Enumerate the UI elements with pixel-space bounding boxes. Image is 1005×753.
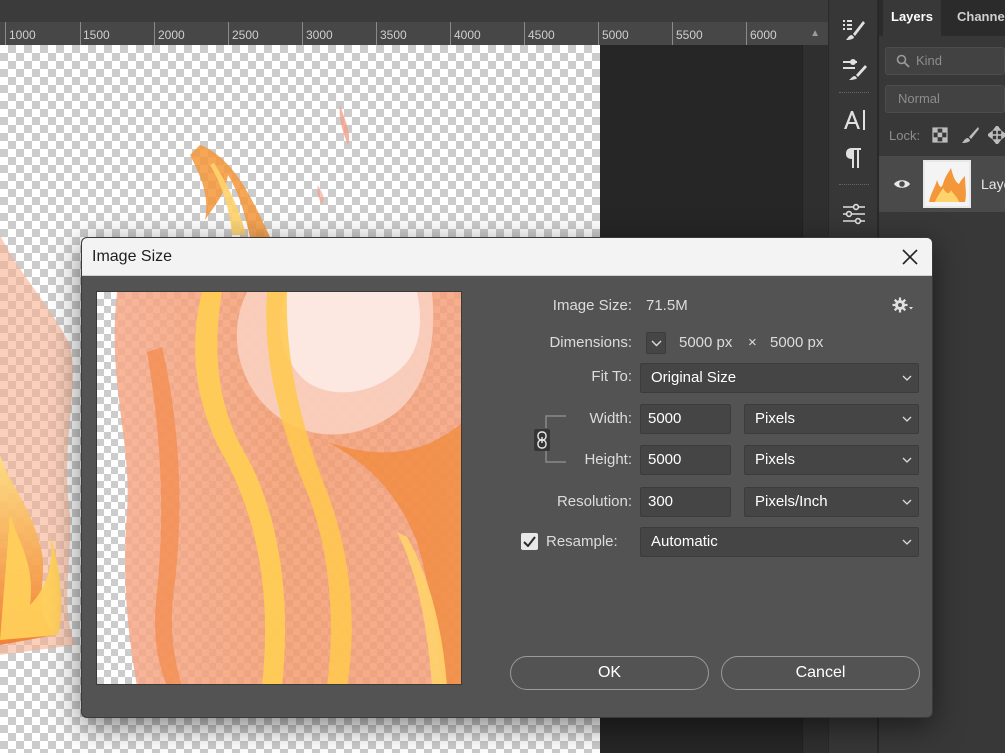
lock-label: Lock:	[889, 128, 921, 143]
ruler-tick	[450, 22, 451, 45]
height-input-value: 5000	[648, 451, 682, 468]
resample-method-dropdown[interactable]: Automatic	[640, 527, 919, 557]
filter-kind-label: Kind	[916, 53, 943, 68]
chevron-down-icon	[902, 539, 912, 545]
ruler-label: 4000	[454, 28, 481, 42]
close-button[interactable]	[896, 243, 924, 271]
ruler-tick	[302, 22, 303, 45]
collapse-arrow-icon[interactable]: ▲	[810, 28, 820, 39]
resolution-input[interactable]: 300	[640, 487, 731, 517]
ruler-label: 2000	[158, 28, 185, 42]
image-size-label: Image Size:	[552, 297, 632, 314]
ruler-label: 6000	[750, 28, 777, 42]
resolution-label: Resolution:	[556, 493, 632, 510]
visibility-eye-icon[interactable]	[893, 177, 911, 191]
fit-to-value: Original Size	[651, 369, 737, 386]
layer-row[interactable]: Layer 0	[879, 156, 1005, 212]
toolbar-divider	[839, 184, 869, 186]
width-unit-dropdown[interactable]: Pixels	[744, 404, 919, 434]
checkmark-icon	[523, 536, 536, 547]
ruler-tick	[598, 22, 599, 45]
ruler-strip	[0, 22, 828, 45]
preview-fire-image	[114, 292, 461, 684]
height-unit-dropdown[interactable]: Pixels	[744, 445, 919, 475]
ruler-tick	[80, 22, 81, 45]
height-unit-value: Pixels	[755, 451, 796, 468]
ruler-label: 1000	[9, 28, 36, 42]
character-panel-icon[interactable]	[837, 104, 871, 136]
height-input[interactable]: 5000	[640, 445, 731, 475]
chevron-down-icon	[902, 457, 912, 463]
ruler-label: 3500	[380, 28, 407, 42]
panel-tabs: Layers Channels	[879, 0, 1005, 36]
ruler-label: 5500	[676, 28, 703, 42]
fit-to-label: Fit To:	[591, 368, 632, 385]
chevron-down-icon	[651, 340, 662, 347]
cancel-button[interactable]: Cancel	[721, 656, 920, 690]
constrain-proportions-toggle[interactable]	[534, 429, 550, 451]
dialog-title: Image Size	[92, 248, 173, 265]
layer-thumbnail	[923, 160, 971, 208]
horizontal-ruler: 1000 1500 2000 2500 3000 3500 4000 4500 …	[0, 0, 828, 45]
width-input-value: 5000	[648, 410, 682, 427]
dimensions-height-value: 5000 px	[770, 334, 824, 351]
tab-layers[interactable]: Layers	[883, 0, 941, 36]
link-chain-icon	[537, 431, 547, 449]
resolution-unit-value: Pixels/Inch	[755, 493, 828, 510]
brush-presets-icon[interactable]	[837, 52, 871, 84]
chevron-down-icon	[902, 416, 912, 422]
lock-row: Lock:	[889, 128, 920, 143]
blend-mode-dropdown[interactable]: Normal	[885, 85, 1005, 113]
resample-checkbox[interactable]	[521, 533, 538, 550]
filter-kind-dropdown[interactable]: Kind	[885, 47, 1005, 75]
ruler-tick	[746, 22, 747, 45]
search-icon	[896, 54, 910, 68]
image-size-dialog: Image Size Image Size: 71.5M Dimensions:…	[81, 237, 933, 718]
brush-settings-icon[interactable]	[837, 14, 871, 46]
lock-transparent-pixels-icon[interactable]	[932, 127, 948, 143]
width-unit-value: Pixels	[755, 410, 796, 427]
ruler-tick	[672, 22, 673, 45]
resample-method-value: Automatic	[651, 533, 718, 550]
ruler-tick	[154, 22, 155, 45]
toolbar-divider	[839, 92, 869, 94]
height-label: Height:	[584, 451, 632, 468]
ruler-label: 5000	[602, 28, 629, 42]
paragraph-panel-icon[interactable]	[837, 142, 871, 174]
image-preview[interactable]	[96, 291, 462, 685]
width-input[interactable]: 5000	[640, 404, 731, 434]
resolution-input-value: 300	[648, 493, 674, 510]
blend-mode-label: Normal	[898, 91, 940, 106]
settings-gear-button[interactable]	[892, 297, 914, 318]
width-label: Width:	[589, 410, 632, 427]
ruler-label: 4500	[528, 28, 555, 42]
lock-position-icon[interactable]	[988, 126, 1005, 144]
ok-button[interactable]: OK	[510, 656, 709, 690]
resample-label: Resample:	[546, 533, 618, 550]
ruler-label: 1500	[83, 28, 110, 42]
tab-channels[interactable]: Channels	[949, 0, 1005, 36]
layer-name: Layer 0	[981, 176, 1005, 192]
ruler-tick	[5, 22, 6, 45]
fit-to-dropdown[interactable]: Original Size	[640, 363, 919, 393]
resolution-unit-dropdown[interactable]: Pixels/Inch	[744, 487, 919, 517]
adjustments-sliders-icon[interactable]	[837, 198, 871, 230]
ruler-tick	[228, 22, 229, 45]
gear-icon	[892, 297, 913, 313]
lock-image-pixels-icon[interactable]	[961, 126, 979, 144]
chevron-down-icon	[902, 375, 912, 381]
ruler-label: 3000	[306, 28, 333, 42]
dimensions-width-value: 5000 px	[679, 334, 733, 351]
chevron-down-icon	[902, 499, 912, 505]
dimensions-label: Dimensions:	[549, 334, 632, 351]
dialog-titlebar[interactable]: Image Size	[82, 238, 932, 276]
ruler-tick	[376, 22, 377, 45]
image-size-value: 71.5M	[646, 297, 688, 314]
dimensions-times-symbol: ×	[748, 334, 757, 351]
ruler-label: 2500	[232, 28, 259, 42]
ruler-tick	[524, 22, 525, 45]
close-icon	[902, 249, 918, 265]
dimensions-units-dropdown[interactable]	[646, 332, 666, 354]
